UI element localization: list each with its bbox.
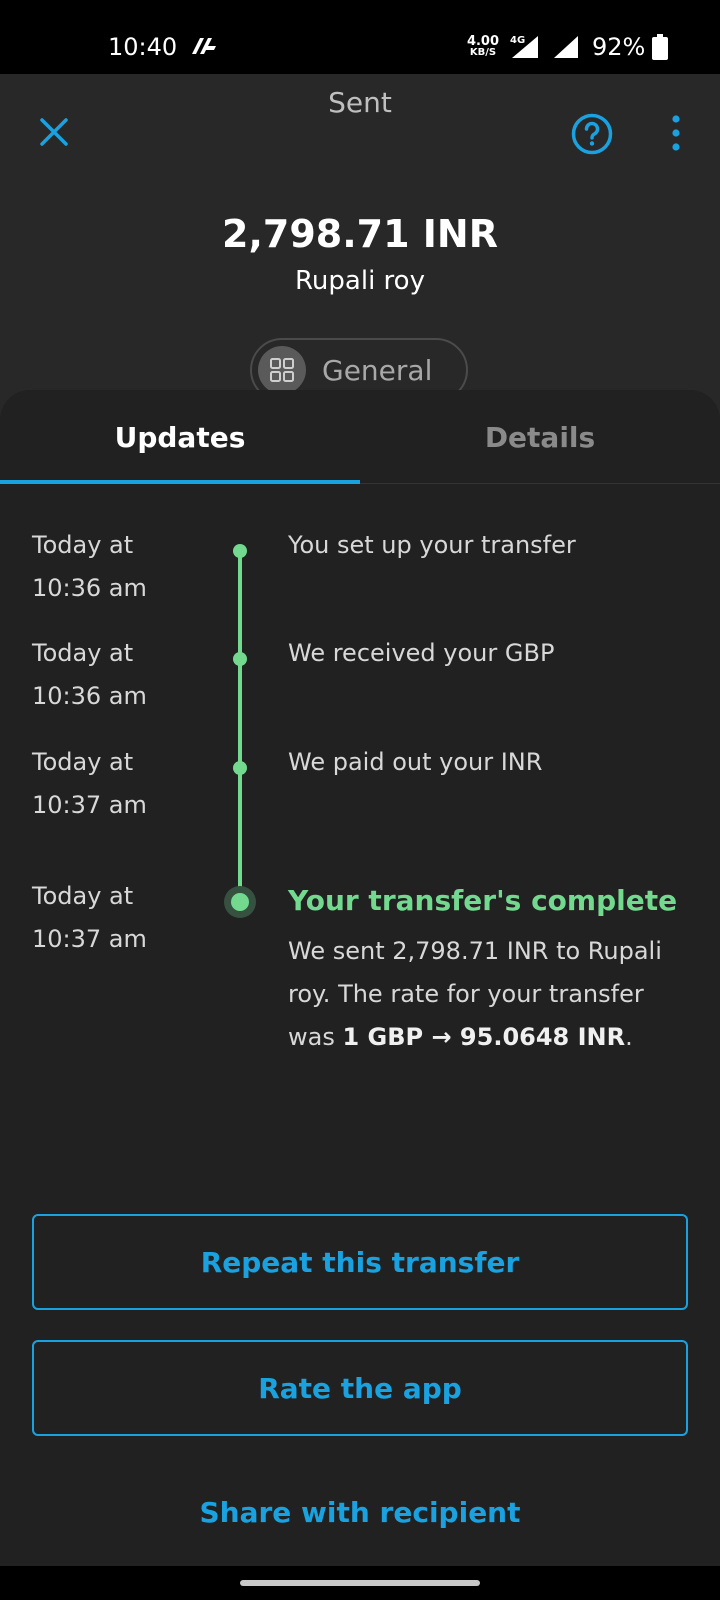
timeline-line	[238, 552, 242, 902]
repeat-transfer-button[interactable]: Repeat this transfer	[32, 1214, 688, 1310]
system-nav-bar	[0, 1566, 720, 1600]
app-notification-icon	[188, 34, 218, 62]
transfer-amount: 2,798.71 INR	[222, 212, 498, 256]
grid-icon	[258, 346, 306, 394]
timeline-event: We paid out your INR	[288, 748, 543, 776]
tab-updates[interactable]: Updates	[0, 390, 360, 484]
home-indicator[interactable]	[240, 1580, 480, 1586]
share-with-recipient-button[interactable]: Share with recipient	[0, 1496, 720, 1529]
transfer-complete-description: We sent 2,798.71 INR to Rupali roy. The …	[288, 937, 662, 1051]
tab-bar: Updates Details	[0, 390, 720, 484]
battery-icon	[652, 34, 668, 64]
timeline-time: Today at 10:37 am	[32, 882, 147, 953]
category-label: General	[322, 353, 433, 387]
status-time: 10:40	[108, 33, 178, 61]
timeline-dot	[233, 652, 247, 666]
details-sheet: Updates Details Today at 10:36 am You se…	[0, 390, 720, 1566]
timeline-time: Today at 10:36 am	[32, 639, 147, 710]
recipient-name: Rupali roy	[295, 266, 425, 296]
help-button[interactable]	[568, 110, 616, 158]
timeline-dot-complete	[224, 886, 256, 918]
exchange-rate: 1 GBP → 95.0648 INR	[342, 1023, 626, 1051]
svg-text:4G: 4G	[510, 35, 525, 46]
more-vertical-icon	[672, 115, 680, 151]
transfer-complete-title: Your transfer's complete	[288, 884, 678, 917]
timeline-time: Today at 10:36 am	[32, 531, 147, 602]
signal-icon	[552, 36, 580, 64]
battery-percent: 92%	[592, 33, 646, 61]
timeline-dot	[233, 761, 247, 775]
rate-app-button[interactable]: Rate the app	[32, 1340, 688, 1436]
more-options-button[interactable]	[656, 108, 696, 158]
transfer-screen: Sent 2,798.71 INR Rupali roy General Upd…	[0, 74, 720, 1566]
help-icon	[571, 113, 613, 155]
network-speed: 4.00 KB/S	[466, 34, 500, 58]
timeline-time: Today at 10:37 am	[32, 748, 147, 819]
tab-details[interactable]: Details	[360, 390, 720, 484]
timeline-event: You set up your transfer	[288, 531, 576, 559]
timeline-event: We received your GBP	[288, 639, 555, 667]
signal-4g-icon: 4G	[506, 34, 540, 64]
status-bar: 10:40 4.00 KB/S 4G 92%	[0, 0, 720, 74]
timeline-dot	[233, 544, 247, 558]
close-icon	[40, 118, 68, 146]
active-tab-indicator	[0, 480, 360, 484]
